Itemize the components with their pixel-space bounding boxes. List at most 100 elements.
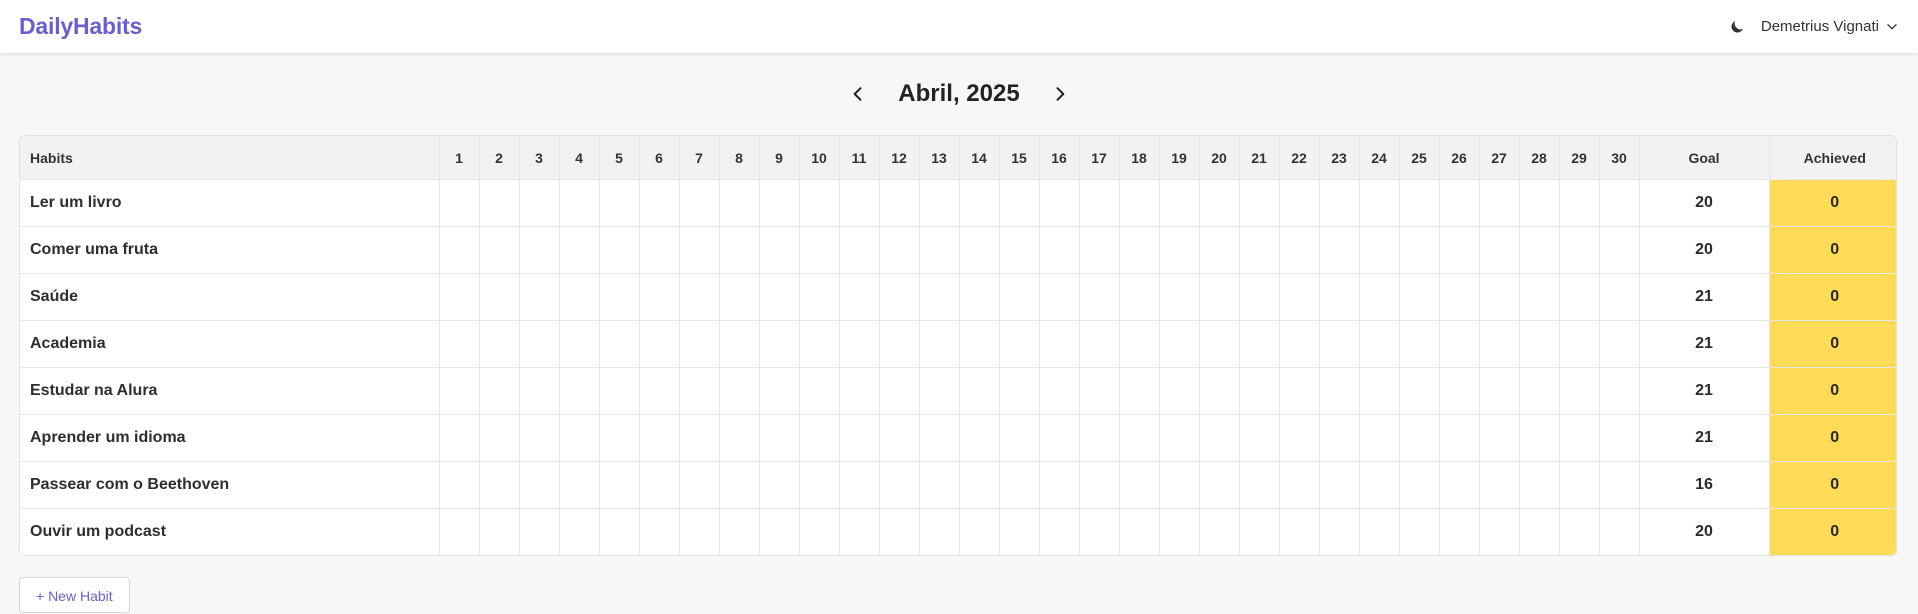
day-cell[interactable]	[1598, 508, 1640, 555]
user-menu[interactable]: Demetrius Vignati	[1761, 18, 1899, 35]
day-cell[interactable]	[1238, 320, 1280, 368]
day-cell[interactable]	[758, 461, 800, 509]
day-cell[interactable]	[1118, 320, 1160, 368]
day-cell[interactable]	[1158, 414, 1200, 462]
day-cell[interactable]	[1078, 273, 1120, 321]
day-cell[interactable]	[518, 226, 560, 274]
day-cell[interactable]	[878, 320, 920, 368]
day-cell[interactable]	[478, 226, 520, 274]
day-cell[interactable]	[1038, 226, 1080, 274]
day-cell[interactable]	[638, 179, 680, 227]
day-cell[interactable]	[1398, 508, 1440, 555]
day-cell[interactable]	[1318, 179, 1360, 227]
day-cell[interactable]	[1078, 320, 1120, 368]
day-cell[interactable]	[798, 320, 840, 368]
day-cell[interactable]	[1358, 179, 1400, 227]
day-cell[interactable]	[1238, 179, 1280, 227]
day-cell[interactable]	[598, 414, 640, 462]
day-cell[interactable]	[958, 414, 1000, 462]
day-cell[interactable]	[1118, 179, 1160, 227]
day-cell[interactable]	[918, 179, 960, 227]
day-cell[interactable]	[1158, 367, 1200, 415]
day-cell[interactable]	[558, 273, 600, 321]
habit-name[interactable]: Aprender um idioma	[20, 414, 440, 462]
day-cell[interactable]	[678, 179, 720, 227]
day-cell[interactable]	[1238, 273, 1280, 321]
day-cell[interactable]	[958, 461, 1000, 509]
day-cell[interactable]	[1438, 273, 1480, 321]
day-cell[interactable]	[1238, 461, 1280, 509]
day-cell[interactable]	[918, 414, 960, 462]
day-cell[interactable]	[478, 461, 520, 509]
day-cell[interactable]	[438, 414, 480, 462]
day-cell[interactable]	[878, 226, 920, 274]
day-cell[interactable]	[1558, 226, 1600, 274]
day-cell[interactable]	[1158, 320, 1200, 368]
day-cell[interactable]	[1198, 414, 1240, 462]
day-cell[interactable]	[758, 226, 800, 274]
day-cell[interactable]	[798, 414, 840, 462]
day-cell[interactable]	[1398, 414, 1440, 462]
day-cell[interactable]	[558, 179, 600, 227]
day-cell[interactable]	[1478, 367, 1520, 415]
day-cell[interactable]	[1598, 179, 1640, 227]
day-cell[interactable]	[638, 367, 680, 415]
day-cell[interactable]	[518, 320, 560, 368]
day-cell[interactable]	[878, 508, 920, 555]
day-cell[interactable]	[1478, 179, 1520, 227]
day-cell[interactable]	[1558, 508, 1600, 555]
day-cell[interactable]	[1598, 414, 1640, 462]
day-cell[interactable]	[1238, 226, 1280, 274]
day-cell[interactable]	[1158, 226, 1200, 274]
day-cell[interactable]	[558, 508, 600, 555]
day-cell[interactable]	[998, 461, 1040, 509]
day-cell[interactable]	[1278, 320, 1320, 368]
day-cell[interactable]	[1038, 273, 1080, 321]
day-cell[interactable]	[798, 508, 840, 555]
habit-name[interactable]: Saúde	[20, 273, 440, 321]
day-cell[interactable]	[478, 320, 520, 368]
day-cell[interactable]	[1358, 414, 1400, 462]
day-cell[interactable]	[1478, 273, 1520, 321]
day-cell[interactable]	[1038, 179, 1080, 227]
day-cell[interactable]	[1558, 179, 1600, 227]
day-cell[interactable]	[1198, 273, 1240, 321]
day-cell[interactable]	[1158, 179, 1200, 227]
day-cell[interactable]	[1438, 508, 1480, 555]
day-cell[interactable]	[1238, 367, 1280, 415]
day-cell[interactable]	[798, 273, 840, 321]
day-cell[interactable]	[598, 508, 640, 555]
day-cell[interactable]	[1318, 273, 1360, 321]
day-cell[interactable]	[1118, 461, 1160, 509]
habit-name[interactable]: Ler um livro	[20, 179, 440, 227]
day-cell[interactable]	[718, 414, 760, 462]
day-cell[interactable]	[518, 414, 560, 462]
day-cell[interactable]	[638, 320, 680, 368]
day-cell[interactable]	[1278, 179, 1320, 227]
day-cell[interactable]	[1398, 461, 1440, 509]
day-cell[interactable]	[998, 414, 1040, 462]
day-cell[interactable]	[1558, 273, 1600, 321]
day-cell[interactable]	[558, 461, 600, 509]
day-cell[interactable]	[918, 461, 960, 509]
day-cell[interactable]	[1598, 461, 1640, 509]
chevron-left-icon[interactable]	[846, 82, 870, 106]
day-cell[interactable]	[1078, 508, 1120, 555]
day-cell[interactable]	[1038, 414, 1080, 462]
moon-icon[interactable]	[1727, 17, 1747, 37]
day-cell[interactable]	[598, 226, 640, 274]
day-cell[interactable]	[1558, 461, 1600, 509]
day-cell[interactable]	[838, 414, 880, 462]
day-cell[interactable]	[478, 179, 520, 227]
day-cell[interactable]	[798, 226, 840, 274]
day-cell[interactable]	[1318, 414, 1360, 462]
day-cell[interactable]	[1358, 320, 1400, 368]
day-cell[interactable]	[798, 179, 840, 227]
day-cell[interactable]	[1478, 226, 1520, 274]
day-cell[interactable]	[1398, 226, 1440, 274]
day-cell[interactable]	[1598, 320, 1640, 368]
day-cell[interactable]	[1358, 461, 1400, 509]
day-cell[interactable]	[1518, 508, 1560, 555]
habit-name[interactable]: Academia	[20, 320, 440, 368]
day-cell[interactable]	[958, 226, 1000, 274]
